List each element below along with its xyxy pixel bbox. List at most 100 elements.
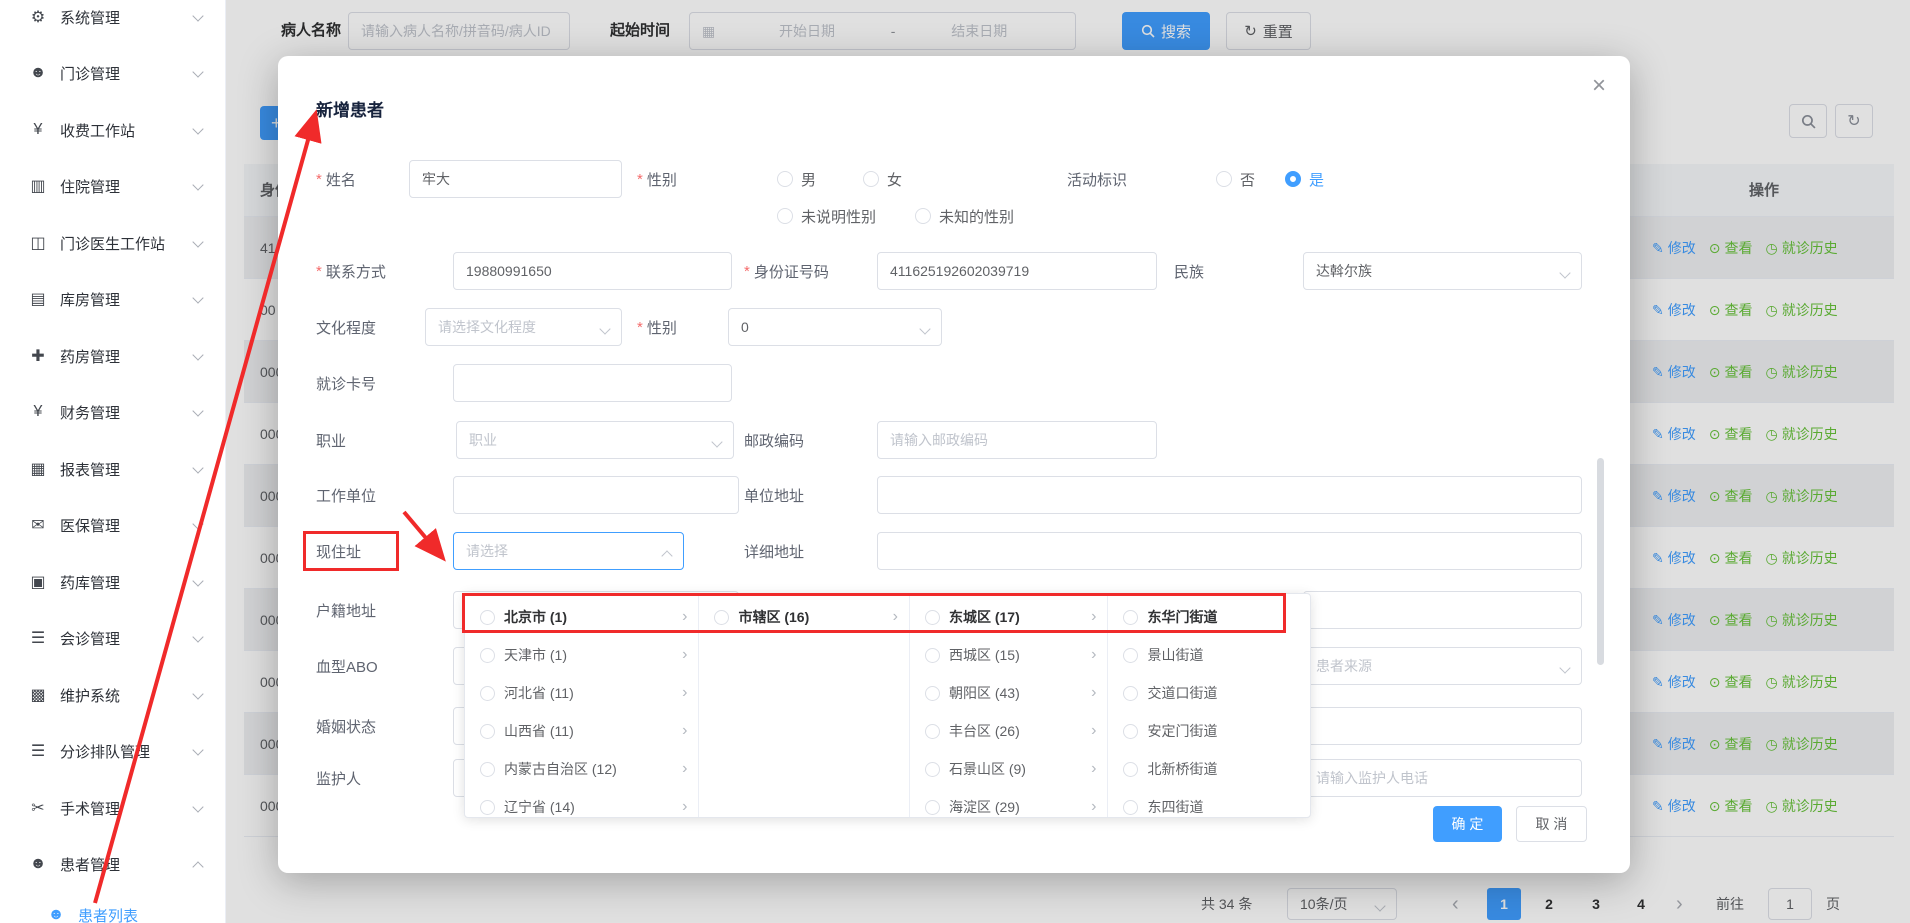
chevron-down-icon (192, 405, 203, 416)
sidebar-item-system-management[interactable]: ⚙系统管理 (0, 0, 226, 45)
sidebar-item-patient-management[interactable]: ☻患者管理 (0, 836, 226, 892)
cascader-option[interactable]: 山西省 (11)› (465, 712, 698, 750)
cascader-option[interactable]: 天津市 (1)› (465, 636, 698, 674)
chevron-down-icon (1559, 267, 1570, 278)
cascader-option[interactable]: 东城区 (17)› (910, 598, 1108, 636)
sidebar-item-pharmacy-management[interactable]: ✚药房管理 (0, 328, 226, 384)
sidebar-item-maintenance-system[interactable]: ▩维护系统 (0, 667, 226, 723)
cascader-option[interactable]: 市辖区 (16)› (699, 598, 909, 636)
chevron-right-icon: › (682, 608, 687, 626)
cascader-option[interactable]: 海淀区 (29)› (910, 788, 1108, 818)
cascader-option[interactable]: 西城区 (15)› (910, 636, 1108, 674)
household-detail-input[interactable] (1303, 591, 1582, 629)
work-unit-input[interactable] (453, 476, 739, 514)
guardian-phone-input[interactable] (1303, 759, 1582, 797)
modal-scrollbar[interactable] (1597, 458, 1604, 665)
cascader-option[interactable]: 朝阳区 (43)› (910, 674, 1108, 712)
sidebar-item-patient-list[interactable]: ☻患者列表 (0, 893, 226, 923)
education-select[interactable]: 请选择文化程度 (425, 308, 622, 346)
cascader-option[interactable]: 交道口街道 (1108, 674, 1310, 712)
postal-code-label: 邮政编码 (744, 421, 804, 459)
gender2-label: *性别 (637, 308, 677, 346)
current-address-label: 现住址 (316, 532, 361, 570)
chevron-right-icon: › (1091, 684, 1096, 702)
active-radio-no[interactable]: 否 (1216, 160, 1255, 198)
cascader-option[interactable]: 东华门街道 (1108, 598, 1310, 636)
name-input[interactable] (409, 160, 622, 198)
visit-card-label: 就诊卡号 (316, 364, 376, 402)
cascader-option[interactable]: 景山街道 (1108, 636, 1310, 674)
confirm-button[interactable]: 确 定 (1433, 806, 1502, 842)
cascader-province-column: 北京市 (1)› 天津市 (1)› 河北省 (11)› 山西省 (11)› 内蒙… (465, 594, 698, 817)
sidebar-item-inpatient-management[interactable]: ▥住院管理 (0, 158, 226, 214)
postal-code-input[interactable] (877, 421, 1157, 459)
chevron-down-icon (1559, 662, 1570, 673)
chevron-right-icon: › (1091, 760, 1096, 778)
occupation-label: 职业 (316, 421, 346, 459)
cascader-option[interactable]: 北新桥街道 (1108, 750, 1310, 788)
unit-address-input[interactable] (877, 476, 1582, 514)
active-radio-yes[interactable]: 是 (1285, 160, 1324, 198)
chevron-right-icon: › (682, 646, 687, 664)
sidebar-item-storeroom-management[interactable]: ▤库房管理 (0, 271, 226, 327)
gender-radio-unknown[interactable]: 未知的性别 (915, 197, 1014, 235)
chevron-down-icon (192, 575, 203, 586)
cancel-button[interactable]: 取 消 (1516, 806, 1587, 842)
sidebar-item-surgery-management[interactable]: ✂手术管理 (0, 780, 226, 836)
cascader-option[interactable]: 丰台区 (26)› (910, 712, 1108, 750)
sidebar-item-drug-storage-management[interactable]: ▣药库管理 (0, 554, 226, 610)
close-icon[interactable]: × (1592, 74, 1606, 98)
detail-address-input[interactable] (877, 532, 1582, 570)
envelope-icon: ✉ (26, 515, 50, 535)
gender2-select[interactable]: 0 (728, 308, 942, 346)
gender-radio-female[interactable]: 女 (863, 160, 902, 198)
chevron-right-icon: › (1091, 608, 1096, 626)
cascader-option[interactable]: 北京市 (1)› (465, 598, 698, 636)
chevron-right-icon: › (682, 760, 687, 778)
ethnicity-select[interactable]: 达斡尔族 (1303, 252, 1582, 290)
household-address-label: 户籍地址 (316, 591, 376, 629)
guardian-label: 监护人 (316, 759, 361, 797)
chevron-down-icon (192, 631, 203, 642)
chevron-down-icon (192, 236, 203, 247)
marital-extra-input[interactable] (1303, 707, 1582, 745)
cascader-option[interactable]: 河北省 (11)› (465, 674, 698, 712)
address-cascader-panel: 北京市 (1)› 天津市 (1)› 河北省 (11)› 山西省 (11)› 内蒙… (464, 593, 1311, 818)
sidebar-item-triage-queue-management[interactable]: ☰分诊排队管理 (0, 723, 226, 779)
bar-chart-icon: ▥ (26, 176, 50, 196)
queue-icon: ☰ (26, 741, 50, 761)
storage-icon: ▣ (26, 572, 50, 592)
yen-icon: ¥ (26, 121, 50, 139)
sidebar-item-finance-management[interactable]: ¥财务管理 (0, 384, 226, 440)
current-address-cascader-select[interactable]: 请选择 (453, 532, 684, 570)
sidebar-item-consultation-management[interactable]: ☰会诊管理 (0, 610, 226, 666)
cascader-option[interactable]: 东四街道 (1108, 788, 1310, 818)
sidebar-item-medical-insurance-management[interactable]: ✉医保管理 (0, 497, 226, 553)
chevron-right-icon: › (682, 684, 687, 702)
work-unit-label: 工作单位 (316, 476, 376, 514)
chevron-down-icon (192, 462, 203, 473)
id-number-input[interactable] (877, 252, 1157, 290)
gear-icon: ⚙ (26, 7, 50, 27)
patient-icon: ☻ (44, 906, 68, 923)
cascader-option[interactable]: 安定门街道 (1108, 712, 1310, 750)
visit-card-input[interactable] (453, 364, 732, 402)
sidebar-item-outpatient-management[interactable]: ☻门诊管理 (0, 45, 226, 101)
cascader-option[interactable]: 石景山区 (9)› (910, 750, 1108, 788)
cascader-option[interactable]: 辽宁省 (14)› (465, 788, 698, 818)
marital-status-label: 婚姻状态 (316, 707, 376, 745)
occupation-select[interactable]: 职业 (456, 421, 734, 459)
cascader-district-column: 东城区 (17)› 西城区 (15)› 朝阳区 (43)› 丰台区 (26)› … (909, 594, 1108, 817)
id-number-label: *身份证号码 (744, 252, 829, 290)
contact-input[interactable] (453, 252, 732, 290)
patient-source-select[interactable]: 患者来源 (1303, 647, 1582, 685)
sidebar-item-charge-workstation[interactable]: ¥收费工作站 (0, 102, 226, 158)
gender-radio-unspecified[interactable]: 未说明性别 (777, 197, 876, 235)
chevron-down-icon (192, 66, 203, 77)
sidebar-item-outpatient-doctor-workstation[interactable]: ◫门诊医生工作站 (0, 215, 226, 271)
sidebar-item-report-management[interactable]: ▦报表管理 (0, 441, 226, 497)
gender-radio-male[interactable]: 男 (777, 160, 816, 198)
cascader-option[interactable]: 内蒙古自治区 (12)› (465, 750, 698, 788)
blood-type-label: 血型ABO (316, 647, 378, 685)
monitor-icon: ◫ (26, 233, 50, 253)
